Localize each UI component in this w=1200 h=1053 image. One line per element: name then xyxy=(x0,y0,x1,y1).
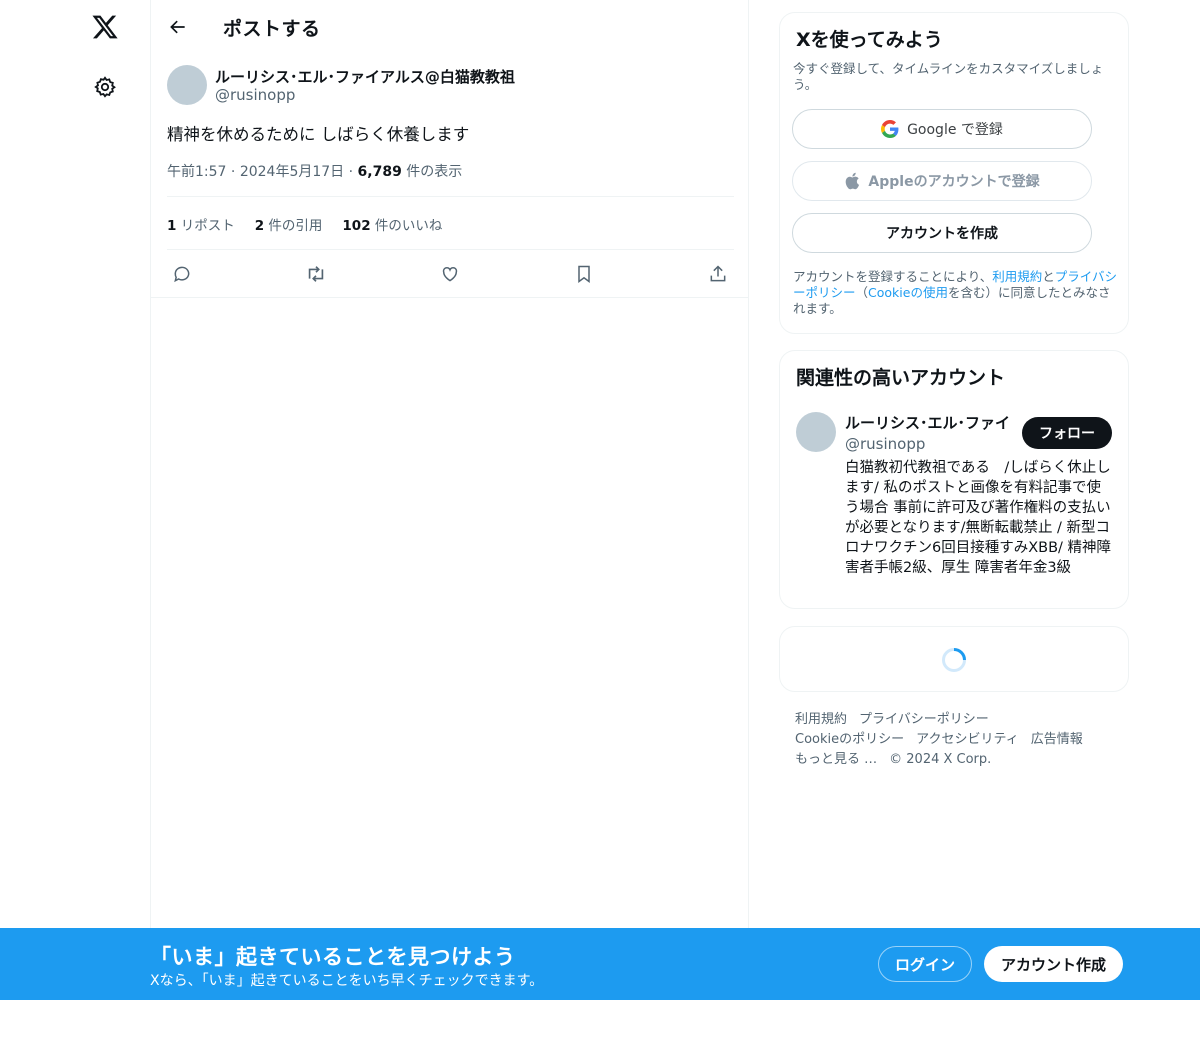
google-signup-label: Google で登録 xyxy=(907,122,1003,138)
top-bar: ポストする xyxy=(151,0,749,53)
footer-copyright: © 2024 X Corp. xyxy=(889,752,992,767)
google-signup-button[interactable]: Google で登録 xyxy=(792,109,1092,149)
reposts-stat[interactable]: 1 リポスト xyxy=(167,214,235,234)
loading-spinner-icon xyxy=(941,647,967,673)
author-handle[interactable]: @rusinopp xyxy=(215,86,295,104)
footer-link-terms[interactable]: 利用規約 xyxy=(795,712,847,727)
author-name[interactable]: ルーリシス･エル･ファイアルス@白猫教教祖 xyxy=(215,66,515,87)
divider xyxy=(167,249,734,250)
x-logo-icon[interactable] xyxy=(88,10,122,44)
apple-signup-label: Appleのアカウントで登録 xyxy=(868,174,1040,190)
banner-title: 「いま」起きていることを見つけよう xyxy=(150,945,516,969)
terms-link[interactable]: 利用規約 xyxy=(992,269,1042,284)
avatar[interactable] xyxy=(796,412,836,452)
footer-link-accessibility[interactable]: アクセシビリティ xyxy=(916,732,1019,747)
banner-subtitle: Xなら、「いま」起きていることをいち早くチェックできます。 xyxy=(150,973,544,989)
footer-link-privacy[interactable]: プライバシーポリシー xyxy=(859,712,989,727)
gear-icon[interactable] xyxy=(88,70,122,104)
avatar[interactable] xyxy=(167,65,207,105)
post-actions xyxy=(167,256,734,292)
meta-separator: · xyxy=(348,164,358,180)
bookmark-icon[interactable] xyxy=(569,259,599,289)
google-icon xyxy=(881,120,899,138)
related-accounts-card: 関連性の高いアカウント ルーリシス･エル･ファイ @rusinopp フォロー … xyxy=(779,350,1129,609)
reposts-label: リポスト xyxy=(180,218,235,234)
divider xyxy=(167,196,734,197)
cookie-link[interactable]: Cookieの使用 xyxy=(868,285,948,300)
related-account-handle[interactable]: @rusinopp xyxy=(845,435,925,453)
create-account-button[interactable]: アカウントを作成 xyxy=(792,213,1092,253)
footer-link-ads[interactable]: 広告情報 xyxy=(1031,732,1083,747)
post-meta: 午前1:57 · 2024年5月17日 · 6,789 件の表示 xyxy=(167,161,462,181)
quotes-stat[interactable]: 2 件の引用 xyxy=(255,214,323,234)
likes-label: 件のいいね xyxy=(374,218,443,234)
loading-card xyxy=(779,626,1129,692)
login-button[interactable]: ログイン xyxy=(878,946,972,982)
related-account-name[interactable]: ルーリシス･エル･ファイ xyxy=(845,412,1010,433)
left-nav xyxy=(0,0,150,928)
reposts-count: 1 xyxy=(167,218,177,234)
footer-link-more[interactable]: もっと見る … xyxy=(795,752,877,767)
quotes-count: 2 xyxy=(254,218,265,234)
signup-banner: 「いま」起きていることを見つけよう Xなら、「いま」起きていることをいち早くチェ… xyxy=(0,928,1200,1000)
reply-icon[interactable] xyxy=(167,259,197,289)
post-text: 精神を休めるために しばらく休養します xyxy=(167,125,470,144)
follow-button[interactable]: フォロー xyxy=(1022,417,1112,449)
views-label: 件の表示 xyxy=(406,164,463,180)
post-author: ルーリシス･エル･ファイアルス@白猫教教祖 @rusinopp xyxy=(167,65,727,105)
like-icon[interactable] xyxy=(435,259,465,289)
views-count: 6,789 xyxy=(357,164,402,180)
footer-links: 利用規約 プライバシーポリシー Cookieのポリシー アクセシビリティ 広告情報 も… xyxy=(795,710,1125,770)
legal-prefix: アカウントを登録することにより、 xyxy=(793,269,993,284)
signup-subtitle: 今すぐ登録して、タイムラインをカスタマイズしましょう。 xyxy=(793,61,1104,92)
divider xyxy=(151,297,749,298)
related-account-bio: 白猫教初代教祖である /しばらく休止します/ 私のポストと画像を有料記事で使う場… xyxy=(845,460,1112,576)
share-icon[interactable] xyxy=(703,259,733,289)
likes-count: 102 xyxy=(342,218,371,234)
repost-icon[interactable] xyxy=(301,259,331,289)
apple-signup-button[interactable]: Appleのアカウントで登録 xyxy=(792,161,1092,201)
legal-and: と xyxy=(1042,269,1055,284)
create-account-label: アカウントを作成 xyxy=(886,226,998,242)
arrow-left-icon[interactable] xyxy=(163,12,193,42)
legal-paren: （ xyxy=(855,285,869,300)
apple-icon xyxy=(844,172,860,190)
likes-stat[interactable]: 102 件のいいね xyxy=(342,214,442,234)
quotes-label: 件の引用 xyxy=(268,218,323,234)
meta-separator: · xyxy=(230,164,240,180)
page-title: ポストする xyxy=(223,18,321,40)
signup-card: Xを使ってみよう 今すぐ登録して、タイムラインをカスタマイズしましょう。 Goo… xyxy=(779,12,1129,334)
footer-link-cookie[interactable]: Cookieのポリシー xyxy=(795,732,904,747)
post-time[interactable]: 午前1:57 xyxy=(167,164,226,180)
signup-title: Xを使ってみよう xyxy=(796,29,943,51)
related-title: 関連性の高いアカウント xyxy=(796,367,1006,389)
legal-text: アカウントを登録することにより、利用規約とプライバシーポリシー（Cookieの使… xyxy=(793,269,1121,317)
main-column: ポストする ルーリシス･エル･ファイアルス@白猫教教祖 @rusinopp 精神… xyxy=(150,0,749,928)
signup-button[interactable]: アカウント作成 xyxy=(984,946,1123,982)
post-stats: 1 リポスト 2 件の引用 102 件のいいね xyxy=(167,214,442,234)
post-date[interactable]: 2024年5月17日 xyxy=(240,164,344,180)
